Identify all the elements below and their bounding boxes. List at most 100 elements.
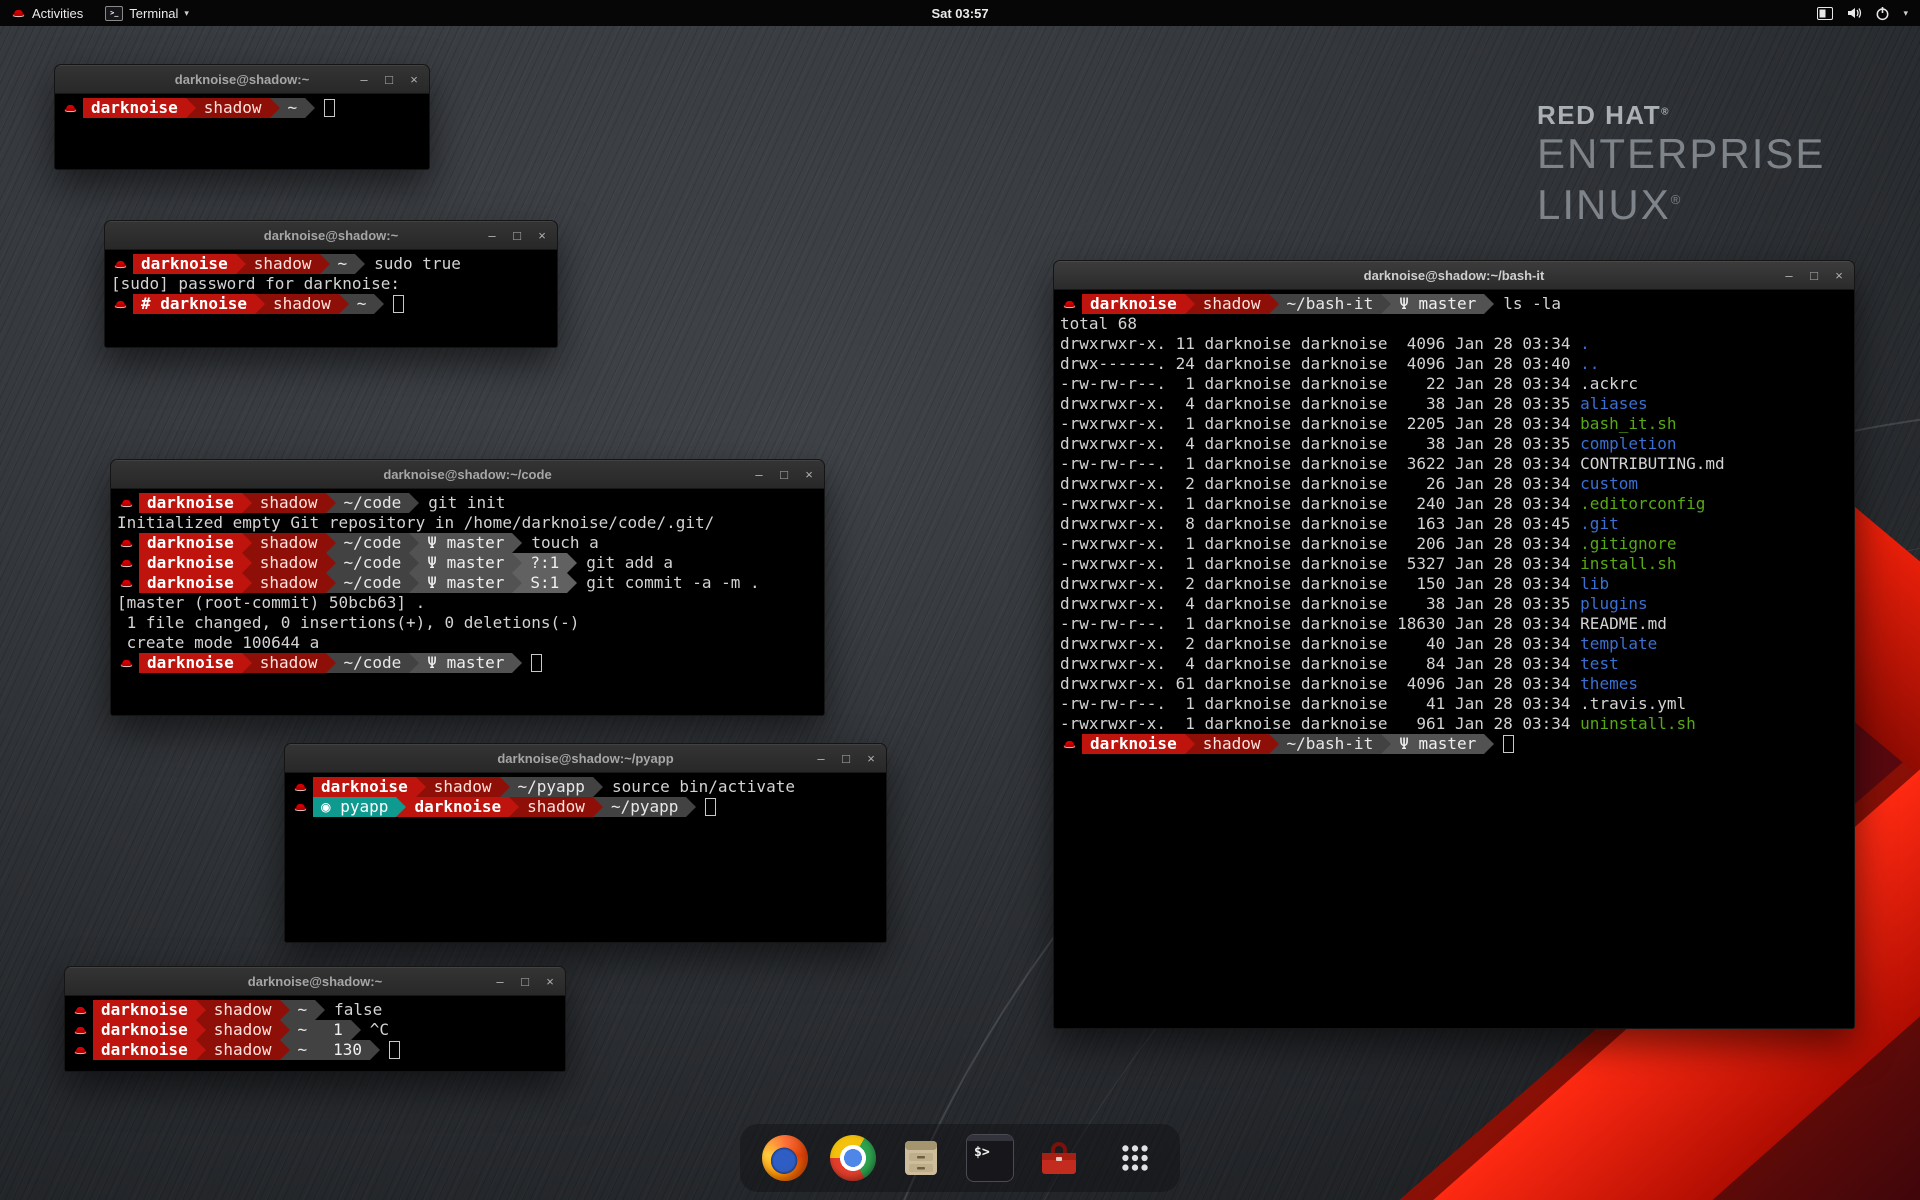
minimize-button[interactable]: – <box>813 751 829 766</box>
maximize-button[interactable]: □ <box>838 751 854 766</box>
terminal-content[interactable]: darknoiseshadow~/codegit initInitialized… <box>111 489 824 677</box>
output-text: -rw-rw-r--. 1 darknoise darknoise 22 Jan… <box>1060 374 1580 394</box>
window-titlebar[interactable]: darknoise@shadow:~/pyapp – □ × <box>285 744 886 773</box>
window-titlebar[interactable]: darknoise@shadow:~ – □ × <box>55 65 429 94</box>
window-title: darknoise@shadow:~/pyapp <box>497 751 673 766</box>
prompt-segment-host: shadow <box>206 1000 280 1020</box>
close-button[interactable]: × <box>801 467 817 482</box>
minimize-button[interactable]: – <box>484 228 500 243</box>
maximize-button[interactable]: □ <box>381 72 397 87</box>
output-text: drwxrwxr-x. 4 darknoise darknoise 84 Jan… <box>1060 654 1580 674</box>
terminal-content[interactable]: darknoiseshadow~/bash-itΨ masterls -lato… <box>1054 290 1854 758</box>
app-menu-terminal[interactable]: >_ Terminal ▾ <box>94 0 200 26</box>
powerline-separator-icon <box>280 1040 290 1060</box>
terminal-dock-icon[interactable]: $> <box>966 1134 1014 1182</box>
terminal-line: drwxrwxr-x. 8 darknoise darknoise 163 Ja… <box>1060 514 1848 534</box>
toolbox-icon[interactable] <box>1036 1135 1082 1181</box>
output-text: install.sh <box>1580 554 1676 574</box>
terminal-line: -rwxrwxr-x. 1 darknoise darknoise 5327 J… <box>1060 554 1848 574</box>
terminal-window-exit-codes: darknoise@shadow:~ – □ × darknoiseshadow… <box>64 966 566 1072</box>
output-text: -rwxrwxr-x. 1 darknoise darknoise 206 Ja… <box>1060 534 1580 554</box>
close-button[interactable]: × <box>406 72 422 87</box>
power-icon[interactable] <box>1875 6 1890 21</box>
redhat-prompt-icon <box>119 658 134 669</box>
terminal-content[interactable]: darknoiseshadow~sudo true[sudo] password… <box>105 250 557 318</box>
powerline-separator-icon <box>326 653 336 673</box>
output-text: completion <box>1580 434 1676 454</box>
system-menu-chevron-icon[interactable]: ▾ <box>1903 8 1908 19</box>
output-text: -rwxrwxr-x. 1 darknoise darknoise 240 Ja… <box>1060 494 1580 514</box>
prompt-segment-path: ~/code <box>336 553 410 573</box>
redhat-logo-icon <box>11 8 26 19</box>
close-button[interactable]: × <box>542 974 558 989</box>
minimize-button[interactable]: – <box>356 72 372 87</box>
powerline-separator-icon <box>315 1040 325 1060</box>
file-manager-icon[interactable] <box>898 1135 944 1181</box>
clock[interactable]: Sat 03:57 <box>931 6 988 21</box>
prompt-segment-user: darknoise <box>139 573 242 593</box>
prompt-segment-path: ~/code <box>336 493 410 513</box>
firefox-icon[interactable] <box>762 1135 808 1181</box>
minimize-button[interactable]: – <box>1781 268 1797 283</box>
output-text: 1 file changed, 0 insertions(+), 0 delet… <box>117 613 579 633</box>
terminal-cursor <box>705 798 716 816</box>
terminal-content[interactable]: darknoiseshadow~falsedarknoiseshadow~1^C… <box>65 996 565 1064</box>
window-titlebar[interactable]: darknoise@shadow:~ – □ × <box>105 221 557 250</box>
powerline-separator-icon <box>186 98 196 118</box>
activities-label: Activities <box>32 6 83 21</box>
maximize-button[interactable]: □ <box>517 974 533 989</box>
chrome-icon[interactable] <box>830 1135 876 1181</box>
output-text: README.md <box>1580 614 1667 634</box>
redhat-prompt-icon <box>293 782 308 793</box>
redhat-prompt-icon <box>119 498 134 509</box>
window-titlebar[interactable]: darknoise@shadow:~/code – □ × <box>111 460 824 489</box>
maximize-button[interactable]: □ <box>776 467 792 482</box>
close-button[interactable]: × <box>1831 268 1847 283</box>
command-text: source bin/activate <box>603 777 795 797</box>
volume-icon[interactable] <box>1846 5 1862 21</box>
terminal-line: darknoiseshadow~1^C <box>71 1020 559 1040</box>
redhat-prompt-icon <box>119 578 134 589</box>
output-text: total 68 <box>1060 314 1137 334</box>
redhat-prompt-icon <box>1062 739 1077 750</box>
prompt-segment-user: darknoise <box>139 653 242 673</box>
maximize-button[interactable]: □ <box>509 228 525 243</box>
terminal-line: 1 file changed, 0 insertions(+), 0 delet… <box>117 613 818 633</box>
prompt-segment-host: shadow <box>252 653 326 673</box>
activities-button[interactable]: Activities <box>0 0 94 26</box>
prompt-segment-venv: ◉ pyapp <box>313 797 396 817</box>
powerline-separator-icon <box>242 553 252 573</box>
terminal-line: darknoiseshadow~/bash-itΨ masterls -la <box>1060 294 1848 314</box>
terminal-content[interactable]: darknoiseshadow~/pyappsource bin/activat… <box>285 773 886 821</box>
window-titlebar[interactable]: darknoise@shadow:~/bash-it – □ × <box>1054 261 1854 290</box>
output-text: -rw-rw-r--. 1 darknoise darknoise 18630 … <box>1060 614 1580 634</box>
minimize-button[interactable]: – <box>492 974 508 989</box>
prompt-segment-git: Ψ master <box>419 653 512 673</box>
window-focus-icon[interactable] <box>1817 7 1833 20</box>
prompt-segment-git: Ψ master <box>419 553 512 573</box>
prompt-segment-git: Ψ master <box>1391 294 1484 314</box>
minimize-button[interactable]: – <box>751 467 767 482</box>
rhel-logo: RED HAT® ENTERPRISE LINUX® <box>1537 100 1825 228</box>
terminal-app-icon: >_ <box>105 6 123 21</box>
terminal-line: drwxrwxr-x. 11 darknoise darknoise 4096 … <box>1060 334 1848 354</box>
prompt-segment-path: ~ <box>290 1040 316 1060</box>
close-button[interactable]: × <box>534 228 550 243</box>
prompt-segment-user: darknoise <box>133 254 236 274</box>
powerline-separator-icon <box>326 573 336 593</box>
output-text: uninstall.sh <box>1580 714 1696 734</box>
output-text: .gitignore <box>1580 534 1676 554</box>
terminal-line: darknoiseshadow~/codeΨ masterS:1git comm… <box>117 573 818 593</box>
prompt-segment-user: darknoise <box>1082 294 1185 314</box>
command-text: touch a <box>522 533 598 553</box>
powerline-separator-icon <box>370 1040 380 1060</box>
window-titlebar[interactable]: darknoise@shadow:~ – □ × <box>65 967 565 996</box>
close-button[interactable]: × <box>863 751 879 766</box>
powerline-separator-icon <box>242 533 252 553</box>
terminal-content[interactable]: darknoiseshadow~ <box>55 94 429 122</box>
show-applications-icon[interactable] <box>1112 1135 1158 1181</box>
maximize-button[interactable]: □ <box>1806 268 1822 283</box>
prompt-segment-user: darknoise <box>406 797 509 817</box>
terminal-line: drwxrwxr-x. 2 darknoise darknoise 150 Ja… <box>1060 574 1848 594</box>
prompt-segment-stat: S:1 <box>522 573 567 593</box>
